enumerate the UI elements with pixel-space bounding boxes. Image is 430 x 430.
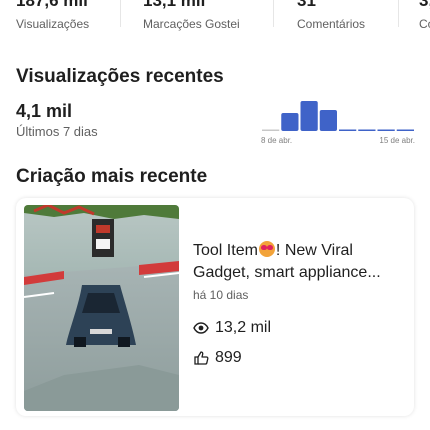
divider	[273, 0, 274, 27]
recent-views-value: 4,1 mil	[16, 101, 73, 121]
stat-label: Visualizações	[16, 17, 90, 31]
views-count: 13,2 mil	[215, 319, 272, 336]
chart-bar	[300, 101, 318, 131]
stat-value: 187,6 mil	[16, 0, 88, 10]
divider	[120, 0, 121, 27]
stat-value: 3,	[419, 0, 430, 10]
chart-bar-zero	[339, 129, 357, 131]
video-thumbnail[interactable]	[24, 205, 179, 411]
likes-count: 899	[215, 349, 242, 366]
stat-label: Comentários	[297, 17, 366, 31]
title-text-part1: Tool Item	[193, 242, 258, 259]
stat-comments[interactable]: 31 Comentários	[297, 0, 365, 31]
tick-label-end: 15 de abr.	[379, 136, 415, 145]
latest-video-card[interactable]: Tool Item! New Viral Gadget, smart appli…	[16, 198, 414, 416]
eye-icon	[193, 322, 209, 334]
stat-label: Marcações Gostei	[143, 17, 240, 31]
recent-views-period: Últimos 7 dias	[16, 124, 98, 139]
chart-bar-zero	[396, 129, 414, 131]
stat-likes[interactable]: 13,1 mil Marcações Gostei	[143, 0, 240, 31]
video-age: há 10 dias	[193, 288, 249, 302]
stat-value: 31	[297, 0, 316, 10]
likes-metric: 899	[193, 349, 242, 367]
chart-bar-zero	[377, 129, 395, 131]
recent-views-chart[interactable]: 8 de abr. 15 de abr.	[255, 96, 417, 148]
stat-label: Co	[419, 17, 430, 31]
tick-label-start: 8 de abr.	[261, 136, 292, 145]
stat-partial[interactable]: 3, Co	[419, 0, 430, 31]
chart-bar-zero	[358, 129, 376, 131]
divider	[398, 0, 399, 27]
stat-value: 13,1 mil	[143, 0, 206, 10]
views-metric: 13,2 mil	[193, 319, 271, 337]
latest-heading: Criação mais recente	[16, 166, 208, 187]
chart-bar	[281, 113, 299, 131]
stat-views[interactable]: 187,6 mil Visualizações	[16, 0, 89, 31]
video-title[interactable]: Tool Item! New Viral Gadget, smart appli…	[193, 240, 403, 284]
chart-bar-zero	[262, 129, 280, 131]
stats-bar: 187,6 mil Visualizações 13,1 mil Marcaçõ…	[0, 0, 430, 31]
chart-bar	[319, 110, 337, 131]
recent-views-heading: Visualizações recentes	[16, 66, 224, 87]
heart-eyes-emoji-icon	[258, 241, 275, 257]
chart-bars	[262, 101, 414, 131]
thumbs-up-icon	[194, 351, 209, 365]
